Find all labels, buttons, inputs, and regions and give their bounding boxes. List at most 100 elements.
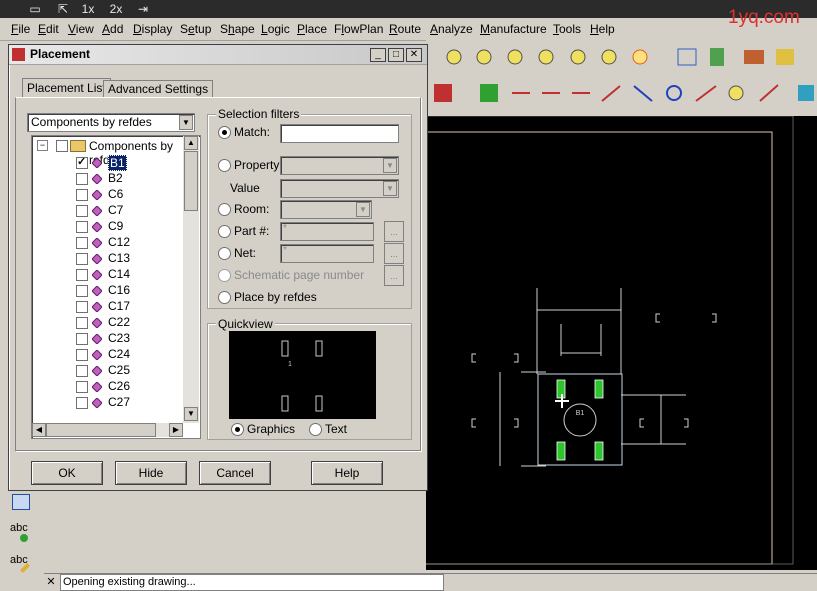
property-select[interactable]: ▼ (280, 156, 399, 175)
tree-root[interactable]: − Components by refdes (32, 138, 182, 167)
menu-display[interactable]: Display (133, 22, 172, 36)
list-item[interactable]: C24 (32, 346, 182, 362)
component-checkbox[interactable] (76, 237, 88, 249)
menu-analyze[interactable]: Analyze (430, 22, 473, 36)
minimize-button[interactable]: _ (370, 48, 386, 62)
zoom-1x-button[interactable]: 1x (78, 1, 98, 17)
list-item[interactable]: C27 (32, 394, 182, 410)
component-checkbox[interactable] (76, 189, 88, 201)
component-checkbox[interactable] (76, 397, 88, 409)
component-checkbox[interactable] (76, 301, 88, 313)
pin-icon[interactable]: ⇱ (54, 1, 72, 17)
rectangle-tool-icon[interactable] (12, 494, 30, 510)
collapse-icon[interactable]: − (37, 140, 48, 151)
chevron-down-icon[interactable]: ▼ (383, 181, 397, 196)
list-item[interactable]: C12 (32, 234, 182, 250)
board-drawing[interactable]: B1 (422, 115, 817, 570)
menu-view[interactable]: View (68, 22, 94, 36)
component-checkbox[interactable] (76, 381, 88, 393)
list-item[interactable]: C23 (32, 330, 182, 346)
list-item[interactable]: C16 (32, 282, 182, 298)
part-radio[interactable] (218, 225, 231, 238)
menu-edit[interactable]: Edit (38, 22, 59, 36)
dialog-title-bar[interactable]: Placement _ □ ✕ (9, 45, 427, 65)
schematic-browse-button[interactable]: ... (384, 265, 404, 286)
component-checkbox[interactable] (76, 155, 88, 169)
component-checkbox[interactable] (76, 285, 88, 297)
chevron-down-icon[interactable]: ▼ (356, 202, 370, 217)
component-checkbox[interactable] (76, 317, 88, 329)
menu-manufacture[interactable]: Manufacture (480, 22, 547, 36)
close-button[interactable]: ✕ (406, 48, 422, 62)
match-radio[interactable] (218, 126, 231, 139)
room-radio[interactable] (218, 203, 231, 216)
scroll-h-thumb[interactable] (46, 423, 156, 437)
scroll-up-icon[interactable]: ▲ (184, 136, 198, 150)
components-tree[interactable]: − Components by refdes B1B2 C6 C7 C9 C12 C13 C… (31, 135, 201, 439)
value-select[interactable]: ▼ (280, 179, 399, 198)
drawing-canvas[interactable]: B1 (422, 115, 817, 570)
list-item[interactable]: C6 (32, 186, 182, 202)
part-browse-button[interactable]: ... (384, 221, 404, 242)
close-icon[interactable]: ✕ (44, 574, 58, 590)
list-item[interactable]: C22 (32, 314, 182, 330)
component-checkbox[interactable] (76, 365, 88, 377)
tab-placement-list[interactable]: Placement List (22, 78, 111, 97)
menu-help[interactable]: Help (590, 22, 615, 36)
toolbar-row-2-icons[interactable] (426, 76, 817, 114)
list-type-select[interactable]: Components by refdes ▼ (27, 113, 195, 132)
add-text-tool[interactable]: abc (10, 522, 28, 534)
chevron-down-icon[interactable]: ▼ (383, 158, 397, 173)
list-item[interactable]: C7 (32, 202, 182, 218)
hide-button[interactable]: Hide (115, 461, 187, 485)
list-item[interactable]: B2 (32, 170, 182, 186)
window-icon[interactable]: ▭ (26, 1, 44, 17)
scroll-thumb[interactable] (184, 151, 198, 211)
menu-setup[interactable]: Setup (180, 22, 211, 36)
ok-button[interactable]: OK (31, 461, 103, 485)
arrow-right-icon[interactable]: ⇥ (134, 1, 152, 17)
maximize-button[interactable]: □ (388, 48, 404, 62)
tree-vertical-scrollbar[interactable]: ▲ ▼ (183, 136, 199, 423)
list-item[interactable]: C25 (32, 362, 182, 378)
list-item[interactable]: C14 (32, 266, 182, 282)
menu-file[interactable]: File (11, 22, 30, 36)
scroll-down-icon[interactable]: ▼ (184, 407, 198, 421)
component-checkbox[interactable] (76, 253, 88, 265)
tree-horizontal-scrollbar[interactable]: ◀ ▶ (32, 423, 183, 437)
menu-place[interactable]: Place (297, 22, 327, 36)
list-item[interactable]: C13 (32, 250, 182, 266)
list-item[interactable]: C17 (32, 298, 182, 314)
zoom-2x-button[interactable]: 2x (106, 1, 126, 17)
scroll-right-icon[interactable]: ▶ (169, 423, 183, 437)
tree-root-checkbox[interactable] (56, 140, 68, 152)
graphics-radio[interactable] (231, 423, 244, 436)
component-checkbox[interactable] (76, 205, 88, 217)
menu-route[interactable]: Route (389, 22, 421, 36)
part-input[interactable]: * (280, 222, 374, 241)
property-radio[interactable] (218, 159, 231, 172)
schematic-radio[interactable] (218, 269, 231, 282)
component-checkbox[interactable] (76, 333, 88, 345)
chevron-down-icon[interactable]: ▼ (179, 115, 193, 130)
menu-add[interactable]: Add (102, 22, 123, 36)
component-checkbox[interactable] (76, 221, 88, 233)
component-checkbox[interactable] (76, 173, 88, 185)
scroll-left-icon[interactable]: ◀ (32, 423, 46, 437)
component-checkbox[interactable] (76, 349, 88, 361)
menu-tools[interactable]: Tools (553, 22, 581, 36)
help-button[interactable]: Help (311, 461, 383, 485)
net-browse-button[interactable]: ... (384, 243, 404, 264)
room-select[interactable]: ▼ (280, 200, 372, 219)
match-input[interactable] (280, 124, 399, 143)
toolbar-row-1-icons[interactable] (426, 40, 817, 76)
text-radio[interactable] (309, 423, 322, 436)
menu-flowplan[interactable]: FlowPlan (334, 22, 383, 36)
list-item[interactable]: C26 (32, 378, 182, 394)
menu-shape[interactable]: Shape (220, 22, 255, 36)
net-radio[interactable] (218, 247, 231, 260)
cancel-button[interactable]: Cancel (199, 461, 271, 485)
place-by-refdes-radio[interactable] (218, 291, 231, 304)
menu-logic[interactable]: Logic (261, 22, 290, 36)
list-item[interactable]: B1 (32, 154, 182, 171)
